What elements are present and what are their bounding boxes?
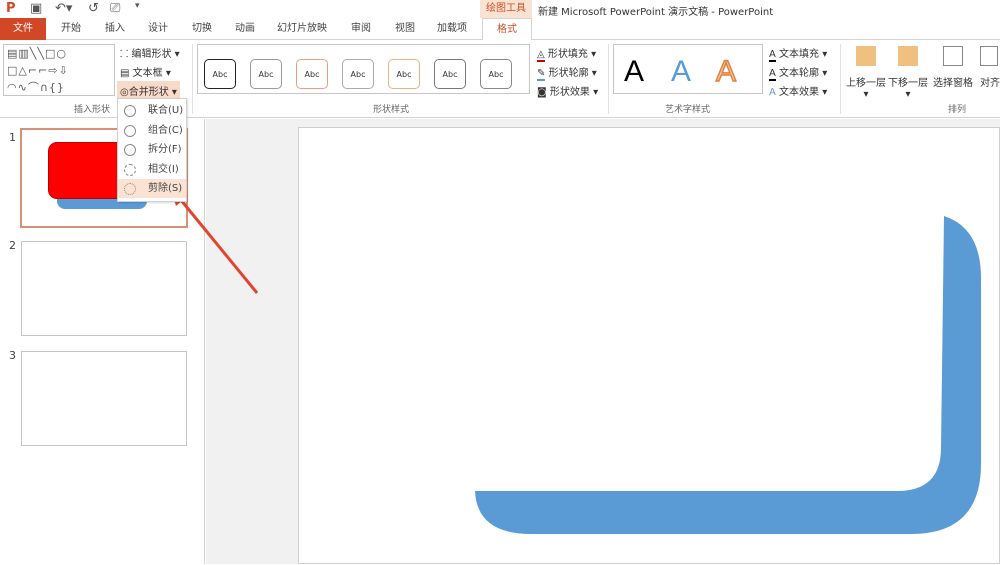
- shape-styles-gallery[interactable]: Abc Abc Abc Abc Abc Abc Abc: [197, 44, 530, 94]
- shape-style-2[interactable]: Abc: [250, 59, 282, 89]
- insert-shapes-group-label: 插入形状: [74, 105, 111, 115]
- shape-style-5[interactable]: Abc: [388, 59, 420, 89]
- merge-shapes-menu: 联合(U) 组合(C) 拆分(F) 相交(I) 剪除(S): [117, 98, 187, 202]
- tab-insert[interactable]: 插入: [96, 18, 134, 40]
- wordart-gallery[interactable]: A A A: [613, 44, 763, 94]
- align-button[interactable]: 对齐: [980, 44, 1000, 89]
- tab-review[interactable]: 审阅: [342, 18, 380, 40]
- edit-shape-button[interactable]: ⸬ 编辑形状 ▾: [120, 45, 180, 60]
- tab-animations[interactable]: 动画: [226, 18, 264, 40]
- slide-number: 1: [9, 131, 16, 144]
- text-fill-button[interactable]: A 文本填充 ▾: [769, 45, 827, 62]
- text-effects-icon: A: [769, 87, 776, 98]
- shape-effects-button[interactable]: ◙ 形状效果 ▾: [537, 83, 598, 98]
- shape-style-4[interactable]: Abc: [342, 59, 374, 89]
- bring-forward-icon: [856, 46, 876, 66]
- shape-style-7[interactable]: Abc: [480, 59, 512, 89]
- shape-effects-icon: ◙: [537, 87, 547, 98]
- tab-design[interactable]: 设计: [139, 18, 177, 40]
- wordart-group-label: 艺术字样式: [665, 105, 711, 115]
- present-icon[interactable]: ⎚: [110, 1, 120, 16]
- menu-item-union[interactable]: 联合(U): [118, 101, 186, 120]
- merge-shapes-icon: ◎: [120, 87, 129, 98]
- arrange-group-label: 排列: [948, 105, 967, 115]
- shape-style-3[interactable]: Abc: [296, 59, 328, 89]
- save-icon[interactable]: ▣: [30, 1, 42, 16]
- drawing-tools-context-label: 绘图工具: [480, 0, 532, 18]
- menu-item-fragment[interactable]: 拆分(F): [118, 140, 186, 159]
- tab-transitions[interactable]: 切换: [183, 18, 221, 40]
- intersect-icon: [124, 164, 136, 176]
- selection-pane-button[interactable]: 选择窗格: [931, 44, 975, 89]
- shape-outline-button[interactable]: ✎ 形状轮廓 ▾: [537, 64, 597, 81]
- slide-number: 2: [9, 239, 16, 252]
- shapes-gallery[interactable]: ▤▥╲╲□○ □△⌐⌐⇨⇩ ◠∿⌒∩{}: [3, 44, 115, 96]
- pen-icon: ✎: [537, 68, 546, 81]
- menu-item-combine[interactable]: 组合(C): [118, 121, 186, 140]
- edit-shape-icon: ⸬: [120, 49, 132, 60]
- title-bar: P ▣ ↶▾ ↺ ⎚ ▾ 绘图工具 新建 Microsoft PowerPoin…: [0, 0, 1000, 18]
- wordart-style-1[interactable]: A: [624, 55, 644, 89]
- text-outline-icon: A: [769, 68, 776, 81]
- shape-fill-button[interactable]: ◬ 形状填充 ▾: [537, 45, 596, 62]
- slide-number: 3: [9, 349, 16, 362]
- window-title: 新建 Microsoft PowerPoint 演示文稿 - PowerPoin…: [538, 7, 774, 18]
- text-effects-button[interactable]: A 文本效果 ▾: [769, 83, 827, 98]
- union-icon: [124, 105, 136, 117]
- align-icon: [980, 46, 998, 66]
- slide-canvas[interactable]: [298, 127, 1000, 564]
- text-outline-button[interactable]: A 文本轮廓 ▾: [769, 64, 827, 81]
- tab-format[interactable]: 格式: [482, 18, 532, 41]
- text-box-button[interactable]: ▤ 文本框 ▾: [120, 64, 171, 79]
- tab-addins[interactable]: 加载项: [430, 18, 474, 40]
- shape-style-6[interactable]: Abc: [434, 59, 466, 89]
- send-backward-icon: [898, 46, 918, 66]
- menu-item-subtract[interactable]: 剪除(S): [118, 179, 186, 198]
- tab-file[interactable]: 文件: [0, 18, 46, 40]
- merge-shapes-button[interactable]: ◎合并形状 ▾: [117, 81, 180, 99]
- shape-styles-group-label: 形状样式: [373, 105, 410, 115]
- tab-view[interactable]: 视图: [386, 18, 424, 40]
- tab-home[interactable]: 开始: [52, 18, 90, 40]
- subtract-icon: [124, 183, 136, 195]
- selection-pane-icon: [943, 46, 963, 66]
- paint-bucket-icon: ◬: [537, 49, 545, 62]
- shape-style-1[interactable]: Abc: [204, 59, 236, 89]
- customize-icon[interactable]: ▾: [135, 1, 140, 11]
- slide-thumbnail-3[interactable]: [21, 351, 187, 446]
- ribbon-tabs: 文件 开始 插入 设计 切换 动画 幻灯片放映 审阅 视图 加载项 格式: [0, 18, 1000, 41]
- bring-forward-button[interactable]: 上移一层 ▾: [846, 44, 886, 100]
- fragment-icon: [124, 144, 136, 156]
- redo-icon[interactable]: ↺: [88, 1, 99, 16]
- wordart-style-3[interactable]: A: [715, 54, 737, 89]
- blue-subtracted-shape[interactable]: [475, 216, 981, 534]
- powerpoint-logo-icon: P: [6, 1, 16, 16]
- text-fill-icon: A: [769, 49, 776, 62]
- combine-icon: [124, 125, 136, 137]
- text-box-icon: ▤: [120, 68, 133, 79]
- wordart-style-2[interactable]: A: [671, 55, 691, 89]
- menu-item-intersect[interactable]: 相交(I): [118, 160, 186, 179]
- undo-icon[interactable]: ↶▾: [55, 1, 72, 16]
- slide-shapes: [475, 216, 981, 534]
- tab-slideshow[interactable]: 幻灯片放映: [272, 18, 332, 40]
- send-backward-button[interactable]: 下移一层 ▾: [888, 44, 928, 100]
